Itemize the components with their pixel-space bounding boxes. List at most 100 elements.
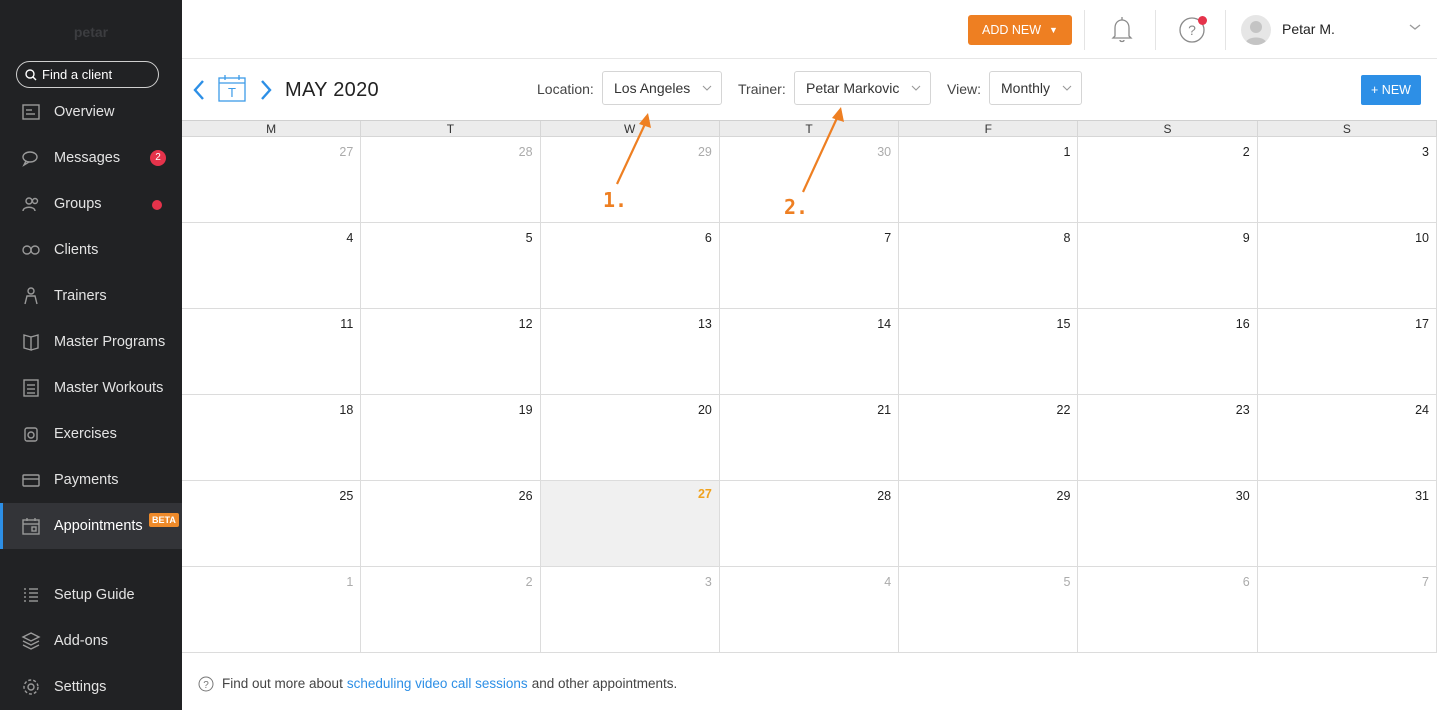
chevron-left-icon[interactable] — [192, 79, 206, 101]
calendar-day[interactable]: 28 — [719, 481, 900, 567]
day-number: 19 — [518, 403, 533, 417]
calendar-day[interactable]: 24 — [1257, 395, 1437, 481]
calendar-day[interactable]: 19 — [361, 395, 541, 481]
calendar-day[interactable]: 2 — [361, 567, 541, 653]
calendar-day[interactable]: 30 — [719, 137, 900, 223]
sidebar-item-setup-guide[interactable]: Setup Guide — [0, 572, 182, 618]
scheduling-video-link[interactable]: scheduling video call sessions — [347, 676, 528, 691]
calendar-day[interactable]: 14 — [719, 309, 900, 395]
calendar-day[interactable]: 31 — [1257, 481, 1437, 567]
calendar-day[interactable]: 11 — [182, 309, 362, 395]
sidebar-item-settings[interactable]: Settings — [0, 664, 182, 710]
calendar-day[interactable]: 27 — [182, 137, 362, 223]
calendar-day[interactable]: 30 — [1078, 481, 1258, 567]
chevron-right-icon[interactable] — [259, 79, 273, 101]
chevron-down-icon — [911, 85, 921, 91]
master-programs-icon — [20, 331, 42, 353]
calendar-day[interactable]: 18 — [182, 395, 362, 481]
calendar-day[interactable]: 28 — [361, 137, 541, 223]
sidebar-item-label: Trainers — [54, 288, 107, 304]
month-title: MAY 2020 — [285, 79, 379, 101]
calendar-day[interactable]: 16 — [1078, 309, 1258, 395]
calendar-day[interactable]: 13 — [540, 309, 720, 395]
location-dropdown[interactable]: Los Angeles — [602, 71, 722, 105]
messages-icon — [20, 147, 42, 169]
calendar-icon-letter: T — [228, 85, 236, 100]
calendar-day[interactable]: 7 — [719, 223, 900, 309]
new-appointment-button[interactable]: + NEW — [1361, 75, 1421, 105]
calendar-day[interactable]: 22 — [899, 395, 1079, 481]
calendar-day[interactable]: 29 — [899, 481, 1079, 567]
calendar-day[interactable]: 1 — [182, 567, 362, 653]
calendar-day[interactable]: 20 — [540, 395, 720, 481]
master-workouts-icon — [20, 377, 42, 399]
calendar-day[interactable]: 3 — [540, 567, 720, 653]
calendar-day[interactable]: 5 — [361, 223, 541, 309]
calendar-day[interactable]: 7 — [1257, 567, 1437, 653]
day-number: 1 — [1063, 145, 1071, 159]
view-label: View: — [947, 81, 981, 97]
sidebar-item-master-workouts[interactable]: Master Workouts — [0, 365, 182, 411]
day-number: 18 — [339, 403, 354, 417]
day-number: 2 — [1242, 145, 1250, 159]
calendar-day[interactable]: 10 — [1257, 223, 1437, 309]
calendar-day[interactable]: 15 — [899, 309, 1079, 395]
day-number: 13 — [697, 317, 712, 331]
calendar-day[interactable]: 9 — [1078, 223, 1258, 309]
day-number: 27 — [697, 487, 712, 501]
calendar-day[interactable]: 6 — [540, 223, 720, 309]
sidebar-item-add-ons[interactable]: Add-ons — [0, 618, 182, 664]
search-icon — [25, 68, 37, 80]
weekday-label: W — [541, 121, 720, 137]
find-client-search[interactable]: Find a client — [16, 61, 159, 88]
annotation-label-2: 2. — [784, 195, 809, 219]
sidebar-item-exercises[interactable]: Exercises — [0, 411, 182, 457]
sidebar-item-label: Payments — [54, 472, 119, 488]
user-name[interactable]: Petar M. — [1282, 21, 1335, 37]
sidebar-item-appointments[interactable]: Appointments BETA — [0, 503, 182, 549]
calendar-day[interactable]: 2 — [1078, 137, 1258, 223]
calendar-day[interactable]: 8 — [899, 223, 1079, 309]
calendar-day[interactable]: 29 — [540, 137, 720, 223]
calendar-day[interactable]: 3 — [1257, 137, 1437, 223]
calendar-day[interactable]: 23 — [1078, 395, 1258, 481]
day-number: 5 — [525, 231, 533, 245]
calendar-day[interactable]: 1 — [899, 137, 1079, 223]
chevron-down-icon[interactable] — [1408, 20, 1422, 34]
view-dropdown[interactable]: Monthly — [989, 71, 1082, 105]
sidebar-item-trainers[interactable]: Trainers — [0, 273, 182, 319]
help-circle-icon: ? — [198, 676, 214, 691]
footer-text-suffix: and other appointments. — [531, 676, 678, 691]
sidebar-item-master-programs[interactable]: Master Programs — [0, 319, 182, 365]
chevron-down-icon — [1062, 85, 1072, 91]
today-calendar-icon[interactable]: T — [217, 73, 247, 103]
avatar[interactable] — [1241, 15, 1271, 45]
calendar-day[interactable]: 4 — [182, 223, 362, 309]
svg-text:?: ? — [203, 680, 209, 691]
appointments-icon — [20, 515, 42, 537]
calendar-day[interactable]: 6 — [1078, 567, 1258, 653]
bell-icon[interactable] — [1108, 15, 1136, 45]
day-number: 9 — [1242, 231, 1250, 245]
calendar-day[interactable]: 5 — [899, 567, 1079, 653]
calendar-day[interactable]: 21 — [719, 395, 900, 481]
add-new-button[interactable]: ADD NEW ▼ — [968, 15, 1072, 45]
svg-text:?: ? — [1188, 22, 1196, 38]
calendar-day[interactable]: 12 — [361, 309, 541, 395]
sidebar-item-messages[interactable]: Messages 2 — [0, 135, 182, 181]
day-number: 29 — [1056, 489, 1071, 503]
sidebar-item-label: Master Workouts — [54, 380, 164, 396]
calendar-day[interactable]: 17 — [1257, 309, 1437, 395]
sidebar-item-groups[interactable]: Groups — [0, 181, 182, 227]
calendar-day-today[interactable]: 27 — [540, 481, 720, 567]
calendar-toolbar: T MAY 2020 Location: Los Angeles Trainer… — [182, 59, 1437, 120]
sidebar-item-overview[interactable]: Overview — [0, 89, 182, 135]
trainer-dropdown[interactable]: Petar Markovic — [794, 71, 931, 105]
weekday-label: T — [361, 121, 541, 137]
sidebar-item-payments[interactable]: Payments — [0, 457, 182, 503]
day-number: 3 — [704, 575, 712, 589]
calendar-day[interactable]: 4 — [719, 567, 900, 653]
calendar-day[interactable]: 26 — [361, 481, 541, 567]
calendar-day[interactable]: 25 — [182, 481, 362, 567]
sidebar-item-clients[interactable]: Clients — [0, 227, 182, 273]
